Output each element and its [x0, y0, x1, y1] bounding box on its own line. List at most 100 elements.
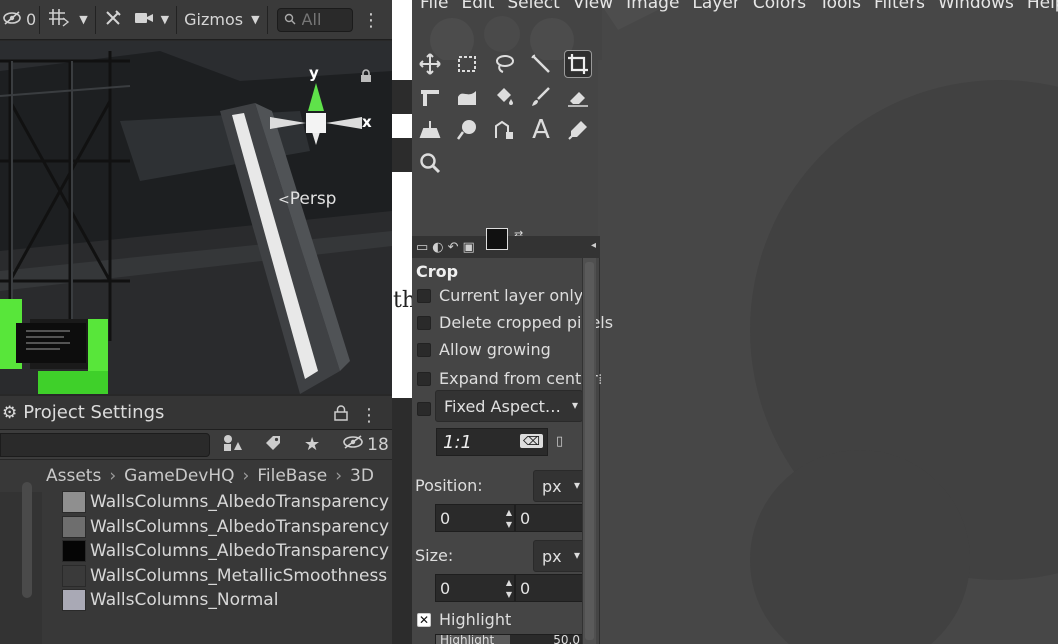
fuzzy-select-tool-icon[interactable]: [527, 50, 555, 78]
menu-filters[interactable]: Filters: [874, 0, 925, 13]
project-search-input[interactable]: [0, 432, 210, 457]
scene-search-input[interactable]: [301, 10, 346, 29]
allow-growing-option[interactable]: Allow growing: [417, 340, 551, 359]
smudge-tool-icon[interactable]: [453, 116, 481, 144]
highlight-option[interactable]: ✕ Highlight: [417, 610, 511, 629]
spinner-arrows-icon[interactable]: ▲ ▼: [506, 507, 512, 531]
menu-layer[interactable]: Layer: [692, 0, 739, 13]
menu-view[interactable]: View: [573, 0, 613, 13]
size-unit-dropdown[interactable]: px ▾: [533, 540, 585, 572]
scrollbar-thumb[interactable]: [585, 262, 594, 640]
lock-icon[interactable]: [360, 69, 374, 83]
highlight-opacity-slider[interactable]: Highlight 50.0: [435, 634, 585, 644]
more-menu[interactable]: ⋮: [362, 0, 380, 40]
current-layer-only-option[interactable]: Current layer only: [417, 286, 583, 305]
menu-file[interactable]: File: [420, 0, 448, 13]
options-scrollbar[interactable]: [582, 258, 596, 644]
breadcrumb-item[interactable]: 3D: [350, 466, 374, 486]
scene-viewport[interactable]: y x <Persp: [0, 41, 392, 394]
menu-edit[interactable]: Edit: [461, 0, 494, 13]
tab-device-status-icon[interactable]: ◐: [432, 240, 443, 255]
projection-toggle[interactable]: <Persp: [278, 189, 336, 209]
unit-value: px: [542, 476, 562, 496]
position-unit-dropdown[interactable]: px ▾: [533, 470, 585, 502]
scene-search[interactable]: [276, 7, 353, 32]
chevron-down-icon: ▼: [160, 13, 170, 26]
expand-from-center-option[interactable]: Expand from center: [417, 369, 598, 388]
unified-transform-tool-icon[interactable]: [416, 83, 444, 111]
checkbox[interactable]: [417, 288, 431, 303]
desktop: 0 ▼ ▼ Gizmos ▼ All ⋮ y x <Persp ⚙ Projec…: [0, 0, 1058, 644]
tab-tool-options-icon[interactable]: ▭: [416, 240, 428, 255]
lock-icon[interactable]: [334, 404, 348, 426]
crop-tool-icon[interactable]: [564, 50, 592, 78]
camera-button[interactable]: ▼: [129, 6, 173, 34]
clone-tool-icon[interactable]: [416, 116, 444, 144]
chevron-down-icon: ▾: [573, 478, 580, 492]
position-x-input[interactable]: 0 ▲ ▼: [435, 504, 515, 532]
move-tool-icon[interactable]: [416, 50, 444, 78]
gizmos-button[interactable]: Gizmos: [180, 6, 247, 34]
menu-image[interactable]: Image: [626, 0, 679, 13]
tab-images-icon[interactable]: ▣: [463, 240, 475, 255]
texture-thumbnail: [62, 564, 86, 587]
bucket-fill-tool-icon[interactable]: [490, 83, 518, 111]
hidden-packages-toggle[interactable]: 18: [342, 434, 389, 455]
list-item[interactable]: WallsColumns_AlbedoTransparency: [62, 539, 389, 564]
breadcrumb-item[interactable]: Assets: [46, 466, 101, 486]
list-item[interactable]: WallsColumns_AlbedoTransparency: [62, 490, 389, 515]
dock-resize-handle-icon[interactable]: ⁞: [598, 372, 602, 388]
breadcrumb-item[interactable]: FileBase: [257, 466, 327, 486]
empty-slot: [601, 83, 629, 111]
lasso-tool-icon[interactable]: [490, 50, 518, 78]
menu-select[interactable]: Select: [507, 0, 559, 13]
foreground-color-swatch-front[interactable]: [486, 228, 508, 250]
paintbrush-tool-icon[interactable]: [527, 83, 555, 111]
menu-colors[interactable]: Colors: [753, 0, 806, 13]
dock-menu-icon[interactable]: ◂: [591, 240, 596, 251]
menu-help[interactable]: Help: [1027, 0, 1058, 13]
label-tag-icon[interactable]: [264, 434, 282, 456]
grid-dropdown[interactable]: ▼: [75, 6, 91, 34]
size-height-input[interactable]: 0: [515, 574, 585, 602]
size-width-input[interactable]: 0 ▲ ▼: [435, 574, 515, 602]
grid-snap-button[interactable]: [43, 6, 75, 34]
tab-undo-history-icon[interactable]: ↶: [448, 240, 459, 255]
zoom-tool-icon[interactable]: [416, 149, 444, 177]
spinner-arrows-icon[interactable]: ▲ ▼: [506, 577, 512, 601]
position-y-input[interactable]: 0: [515, 504, 585, 532]
breadcrumb-item[interactable]: GameDevHQ: [124, 466, 234, 486]
file-name: WallsColumns_AlbedoTransparency: [90, 492, 390, 513]
list-item[interactable]: WallsColumns_Normal: [62, 588, 389, 613]
path-tool-icon[interactable]: [490, 116, 518, 144]
checkbox[interactable]: [417, 342, 431, 357]
color-picker-tool-icon[interactable]: [564, 116, 592, 144]
aspect-ratio-input[interactable]: 1:1 ⌫: [436, 428, 548, 456]
tree-scrollbar[interactable]: [22, 482, 32, 598]
gizmos-dropdown[interactable]: ▼: [247, 6, 263, 34]
list-item[interactable]: WallsColumns_MetallicSmoothness: [62, 564, 389, 589]
texture-thumbnail: [62, 491, 86, 514]
divider: [176, 5, 178, 34]
menu-tools[interactable]: Tools: [819, 0, 861, 13]
visibility-toggle[interactable]: 0: [0, 6, 36, 34]
list-item[interactable]: WallsColumns_AlbedoTransparency: [62, 515, 389, 540]
breadcrumb-separator: ›: [109, 466, 117, 486]
checkbox[interactable]: [417, 402, 431, 416]
checkbox[interactable]: [417, 371, 431, 386]
menu-windows[interactable]: Windows: [938, 0, 1014, 13]
tools-button[interactable]: [99, 6, 129, 34]
chevron-left-icon: <: [278, 192, 290, 208]
favorite-star-icon[interactable]: ★: [304, 434, 320, 455]
portrait-icon[interactable]: ▯: [556, 434, 563, 449]
text-tool-icon[interactable]: A: [527, 115, 555, 145]
checkbox[interactable]: [417, 315, 431, 330]
eraser-tool-icon[interactable]: [564, 83, 592, 111]
warp-transform-tool-icon[interactable]: [453, 83, 481, 111]
clear-field-icon[interactable]: ⌫: [520, 434, 543, 448]
create-shape-icon[interactable]: [222, 434, 242, 456]
rect-select-tool-icon[interactable]: [453, 50, 481, 78]
fixed-aspect-dropdown[interactable]: Fixed Aspect ratio ▾: [435, 390, 583, 422]
checkbox-checked[interactable]: ✕: [417, 612, 431, 627]
kebab-icon[interactable]: ⋮: [360, 405, 378, 426]
